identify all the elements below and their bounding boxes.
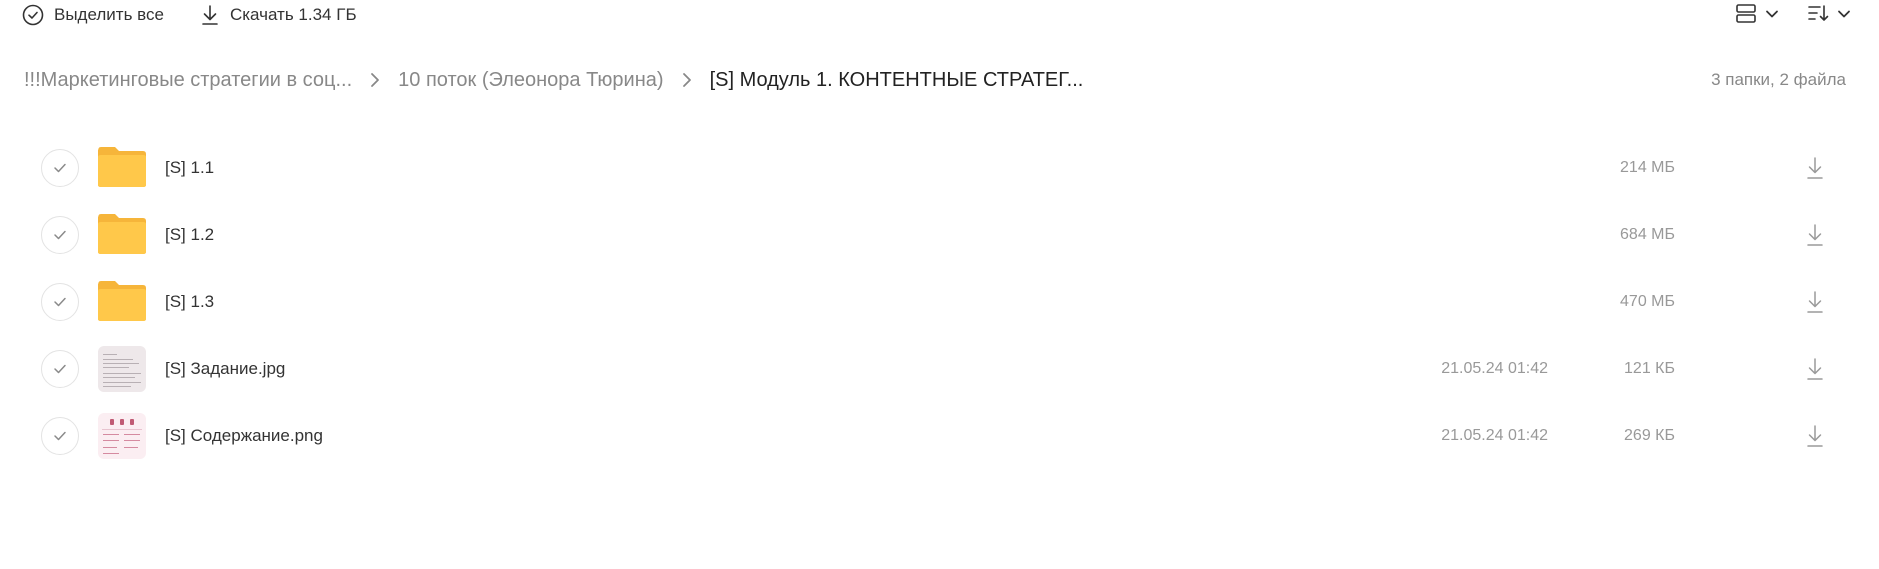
download-all-button[interactable]: Скачать 1.34 ГБ [200, 4, 357, 26]
chevron-right-icon [682, 72, 692, 88]
breadcrumb-item[interactable]: !!!Маркетинговые стратегии в соц... [24, 69, 352, 92]
download-icon[interactable] [1803, 222, 1827, 248]
file-name: [S] 1.2 [165, 224, 215, 244]
folder-icon [98, 212, 146, 258]
file-name: [S] Задание.jpg [165, 358, 286, 378]
file-date: 21.05.24 01:42 [1441, 359, 1548, 377]
check-icon [54, 230, 66, 239]
check-circle-icon [22, 4, 44, 26]
select-checkbox[interactable] [41, 416, 79, 455]
list-item[interactable]: [S] 1.2 684 МБ [0, 201, 1879, 268]
download-all-label: Скачать 1.34 ГБ [229, 5, 357, 24]
view-toggle-icon [1735, 2, 1757, 29]
file-name: [S] 1.3 [165, 291, 215, 311]
file-name: [S] Содержание.png [165, 425, 323, 445]
download-icon[interactable] [1803, 423, 1827, 449]
download-icon[interactable] [1803, 155, 1827, 181]
list-item[interactable]: [S] 1.1 214 МБ [0, 134, 1879, 201]
file-list: [S] 1.1 214 МБ [S] 1.2 684 МБ [S] 1.3 47… [0, 134, 1879, 469]
select-checkbox[interactable] [41, 349, 79, 388]
file-size: 684 МБ [1620, 225, 1675, 243]
select-checkbox[interactable] [41, 148, 79, 187]
view-toggle-button[interactable] [1735, 2, 1779, 29]
file-date: 21.05.24 01:42 [1441, 426, 1548, 444]
download-icon [200, 4, 220, 26]
chevron-down-icon [1837, 6, 1851, 24]
folder-icon [98, 145, 146, 191]
select-checkbox[interactable] [41, 215, 79, 254]
select-checkbox[interactable] [41, 282, 79, 321]
sort-button[interactable] [1807, 2, 1851, 29]
image-thumbnail [98, 412, 146, 459]
image-thumbnail [98, 345, 146, 392]
item-count: 3 папки, 2 файла [1711, 70, 1846, 89]
select-all-button[interactable]: Выделить все [22, 4, 164, 26]
view-controls [1735, 0, 1851, 30]
breadcrumb-item[interactable]: 10 поток (Элеонора Тюрина) [398, 69, 663, 92]
download-icon[interactable] [1803, 356, 1827, 382]
breadcrumb: !!!Маркетинговые стратегии в соц... 10 п… [24, 68, 1083, 92]
file-size: 269 КБ [1624, 426, 1675, 444]
file-size: 214 МБ [1620, 158, 1675, 176]
download-icon[interactable] [1803, 289, 1827, 315]
sort-icon [1807, 2, 1829, 29]
file-name: [S] 1.1 [165, 157, 215, 177]
file-browser: Выделить все Скачать 1.34 ГБ !!!Маркетин… [0, 0, 1879, 569]
list-item[interactable]: [S] 1.3 470 МБ [0, 268, 1879, 335]
file-size: 470 МБ [1620, 292, 1675, 310]
chevron-right-icon [370, 72, 380, 88]
folder-icon [98, 279, 146, 325]
check-icon [54, 431, 66, 440]
check-icon [54, 163, 66, 172]
chevron-down-icon [1765, 6, 1779, 24]
check-icon [54, 364, 66, 373]
toolbar: Выделить все Скачать 1.34 ГБ [22, 0, 357, 30]
breadcrumb-current: [S] Модуль 1. КОНТЕНТНЫЕ СТРАТЕГ... [709, 68, 1084, 91]
list-item[interactable]: [S] Содержание.png 21.05.24 01:42 269 КБ [0, 402, 1879, 469]
select-all-label: Выделить все [54, 5, 164, 24]
file-size: 121 КБ [1624, 359, 1675, 377]
check-icon [54, 297, 66, 306]
list-item[interactable]: [S] Задание.jpg 21.05.24 01:42 121 КБ [0, 335, 1879, 402]
